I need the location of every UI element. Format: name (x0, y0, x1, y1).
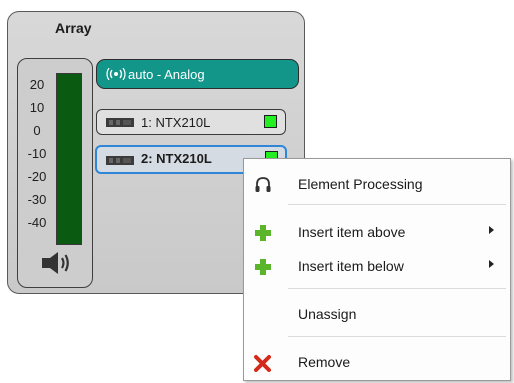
scale-label: 0 (33, 123, 41, 138)
status-led (264, 115, 277, 128)
element-label: 1: NTX210L (141, 115, 211, 130)
headphones-icon (255, 177, 271, 192)
scale-label: -40 (27, 215, 47, 230)
speaker-volume-icon[interactable] (40, 249, 74, 277)
menu-item-remove[interactable]: Remove (246, 347, 508, 377)
panel-title: Array (55, 20, 92, 36)
context-menu: Element Processing Insert item above Ins… (243, 158, 511, 381)
speaker-device-icon (106, 156, 134, 165)
menu-separator (288, 288, 506, 289)
scale-label: 10 (29, 100, 45, 115)
menu-separator (288, 204, 506, 205)
menu-item-unassign[interactable]: Unassign (246, 299, 508, 329)
menu-item-insert-above[interactable]: Insert item above (246, 217, 508, 247)
scale-label: -30 (27, 192, 47, 207)
submenu-arrow-icon (489, 260, 494, 268)
source-label: auto - Analog (128, 67, 205, 82)
menu-item-label: Insert item below (298, 258, 404, 274)
menu-item-label: Insert item above (298, 224, 406, 240)
element-label: 2: NTX210L (141, 151, 212, 166)
speaker-device-icon (106, 118, 134, 127)
menu-separator (288, 336, 506, 337)
meter-track (56, 73, 82, 245)
red-x-icon (254, 355, 271, 372)
menu-item-label: Element Processing (298, 176, 423, 192)
scale-label: -20 (27, 169, 47, 184)
level-meter: 20 10 0 -10 -20 -30 -40 (17, 58, 93, 288)
signal-broadcast-icon (106, 68, 126, 80)
menu-item-insert-below[interactable]: Insert item below (246, 251, 508, 281)
scale-label: 20 (29, 77, 45, 92)
plus-green-icon (255, 225, 271, 241)
scale-label: -10 (27, 146, 47, 161)
submenu-arrow-icon (489, 226, 494, 234)
menu-item-label: Unassign (298, 306, 357, 322)
menu-item-label: Remove (298, 354, 351, 370)
plus-green-icon (255, 259, 271, 275)
element-item-1[interactable]: 1: NTX210L (96, 109, 286, 135)
menu-item-element-processing[interactable]: Element Processing (246, 169, 508, 199)
source-selector-button[interactable]: auto - Analog (96, 59, 299, 89)
